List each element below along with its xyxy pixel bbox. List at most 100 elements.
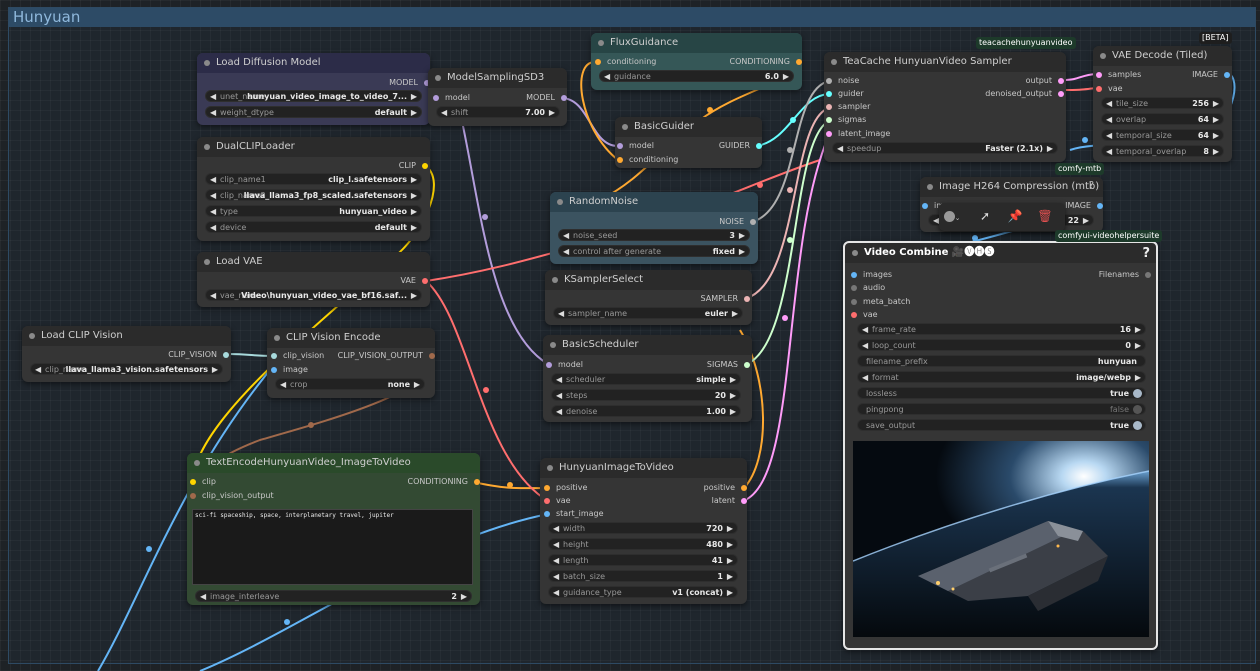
output-guider[interactable]: GUIDER <box>719 140 762 152</box>
help-icon[interactable]: ? <box>1089 180 1094 191</box>
node-load-clip-vision[interactable]: Load CLIP Vision CLIP_VISION ◀ clip_name l… <box>22 326 231 382</box>
widget-shift[interactable]: ◀ shift 7.00 ▶ <box>436 106 560 118</box>
widget-scheduler[interactable]: ◀ scheduler simple ▶ <box>551 373 741 385</box>
input-clip[interactable]: clip <box>190 476 216 488</box>
output-clip-vision-output[interactable]: CLIP_VISION_OUTPUT <box>338 350 435 362</box>
input-samples[interactable]: samples <box>1096 69 1141 81</box>
toggle-lossless[interactable]: lossless true <box>857 387 1146 399</box>
input-model[interactable]: model <box>433 92 470 104</box>
color-circle-icon[interactable]: ⌄ <box>943 207 961 225</box>
output-positive[interactable]: positive <box>704 482 747 494</box>
output-vae[interactable]: VAE <box>401 275 428 287</box>
widget-frame-rate[interactable]: ◀ frame_rate 16 ▶ <box>857 323 1146 335</box>
output-clip[interactable]: CLIP <box>399 160 428 172</box>
node-clip-vision-encode[interactable]: CLIP Vision Encode clip_vision image CLI… <box>267 328 435 398</box>
node-title[interactable]: FluxGuidance <box>591 33 802 53</box>
widget-length[interactable]: ◀ length 41 ▶ <box>548 554 738 566</box>
node-title[interactable]: BasicGuider <box>615 117 762 137</box>
graph-canvas[interactable]: Hunyuan Load Diffusion Model MODEL ◀ une… <box>0 0 1260 671</box>
widget-height[interactable]: ◀ height 480 ▶ <box>548 538 738 550</box>
widget-overlap[interactable]: ◀ overlap 64 ▶ <box>1101 113 1224 125</box>
widget-clip-name2[interactable]: ◀ clip_name2 llava_llama3_fp8_scaled.safet… <box>205 189 422 201</box>
input-positive[interactable]: positive <box>544 482 587 494</box>
output-model[interactable]: MODEL <box>389 77 430 89</box>
node-flux-guidance[interactable]: FluxGuidance conditioning CONDITIONING ◀… <box>591 33 802 90</box>
node-title[interactable]: DualCLIPLoader <box>197 137 430 157</box>
widget-batch-size[interactable]: ◀ batch_size 1 ▶ <box>548 570 738 582</box>
node-title[interactable]: CLIP Vision Encode <box>267 328 435 348</box>
node-random-noise[interactable]: RandomNoise NOISE ◀ noise_seed 3 ▶ ◀ control… <box>550 192 758 264</box>
prompt-textarea[interactable]: sci-fi spaceship, space, interplanetary … <box>192 509 473 585</box>
toggle-pingpong[interactable]: pingpong false <box>857 403 1146 415</box>
input-clip-vision[interactable]: clip_vision <box>271 350 324 362</box>
input-audio[interactable]: audio <box>851 282 885 294</box>
node-model-sampling-sd3[interactable]: ModelSamplingSD3 model MODEL ◀ shift 7.00 ▶ <box>428 68 567 126</box>
help-icon[interactable]: ? <box>1142 246 1150 261</box>
node-vae-decode[interactable]: VAE Decode (Tiled) samples vae IMAGE ◀ ti… <box>1093 46 1232 162</box>
output-conditioning[interactable]: CONDITIONING <box>408 476 480 488</box>
output-image[interactable]: IMAGE <box>1065 200 1103 212</box>
node-load-vae[interactable]: Load VAE VAE ◀ vae_name Video\hunyuan_vide… <box>197 252 430 307</box>
input-conditioning[interactable]: conditioning <box>617 154 678 166</box>
widget-temporal-overlap[interactable]: ◀ temporal_overlap 8 ▶ <box>1101 145 1224 157</box>
output-conditioning[interactable]: CONDITIONING <box>730 56 802 68</box>
widget-crop[interactable]: ◀ crop none ▶ <box>275 378 425 390</box>
node-title[interactable]: KSamplerSelect <box>545 270 752 290</box>
output-output[interactable]: output <box>1026 75 1064 87</box>
widget-temporal-size[interactable]: ◀ temporal_size 64 ▶ <box>1101 129 1224 141</box>
node-title[interactable]: VAE Decode (Tiled) <box>1093 46 1232 66</box>
input-image[interactable]: image <box>271 364 308 376</box>
node-title[interactable]: Video Combine 🎥🅥🅗🅢 <box>845 243 1156 263</box>
output-clip-vision[interactable]: CLIP_VISION <box>168 349 229 361</box>
bypass-icon[interactable]: ➚ <box>976 207 994 225</box>
pin-icon[interactable]: 📌 <box>1006 207 1024 225</box>
widget-width[interactable]: ◀ width 720 ▶ <box>548 522 738 534</box>
node-dual-clip-loader[interactable]: DualCLIPLoader CLIP ◀ clip_name1 clip_l.sa… <box>197 137 430 241</box>
widget-denoise[interactable]: ◀ denoise 1.00 ▶ <box>551 405 741 417</box>
output-sampler[interactable]: SAMPLER <box>701 293 750 305</box>
output-filenames[interactable]: Filenames <box>1099 269 1151 281</box>
input-guider[interactable]: guider <box>826 88 864 100</box>
input-conditioning[interactable]: conditioning <box>595 56 656 68</box>
widget-unet-name[interactable]: ◀ unet_name hunyuan_video_image_to_video_7… <box>205 90 422 102</box>
node-title[interactable]: BasicScheduler <box>543 335 752 355</box>
input-clip-vision-output[interactable]: clip_vision_output <box>190 490 274 502</box>
output-model[interactable]: MODEL <box>526 92 567 104</box>
node-teacache-sampler[interactable]: TeaCache HunyuanVideo Sampler noise guid… <box>824 52 1066 162</box>
input-meta-batch[interactable]: meta_batch <box>851 296 910 308</box>
node-title[interactable]: Load VAE <box>197 252 430 272</box>
node-title[interactable]: TeaCache HunyuanVideo Sampler <box>824 52 1066 72</box>
input-sigmas[interactable]: sigmas <box>826 114 866 126</box>
widget-format[interactable]: ◀ format image/webp ▶ <box>857 371 1146 383</box>
widget-clip-name[interactable]: ◀ clip_name llava_llama3_vision.safetensor… <box>30 363 223 375</box>
node-basic-scheduler[interactable]: BasicScheduler model SIGMAS ◀ scheduler si… <box>543 335 752 422</box>
widget-noise-seed[interactable]: ◀ noise_seed 3 ▶ <box>558 229 750 241</box>
output-sigmas[interactable]: SIGMAS <box>707 359 750 371</box>
widget-steps[interactable]: ◀ steps 20 ▶ <box>551 389 741 401</box>
node-title[interactable]: Load CLIP Vision <box>22 326 231 346</box>
input-model[interactable]: model <box>617 140 654 152</box>
node-ksampler-select[interactable]: KSamplerSelect SAMPLER ◀ sampler_name eule… <box>545 270 752 325</box>
widget-clip-name1[interactable]: ◀ clip_name1 clip_l.safetensors ▶ <box>205 173 422 185</box>
input-vae[interactable]: vae <box>544 495 571 507</box>
widget-loop-count[interactable]: ◀ loop_count 0 ▶ <box>857 339 1146 351</box>
node-title[interactable]: HunyuanImageToVideo <box>540 458 747 478</box>
input-sampler[interactable]: sampler <box>826 101 870 113</box>
input-model[interactable]: model <box>546 359 583 371</box>
widget-tile-size[interactable]: ◀ tile_size 256 ▶ <box>1101 97 1224 109</box>
node-toolbar[interactable]: ⌄ ➚ 📌 🗑 <box>939 203 1065 231</box>
output-denoised-output[interactable]: denoised_output <box>985 88 1064 100</box>
output-image[interactable]: IMAGE <box>1192 69 1230 81</box>
node-title[interactable]: Image H264 Compression (mtb) <box>920 177 1103 197</box>
node-title[interactable]: TextEncodeHunyuanVideo_ImageToVideo <box>187 453 480 473</box>
trash-icon[interactable]: 🗑 <box>1036 207 1054 225</box>
widget-vae-name[interactable]: ◀ vae_name Video\hunyuan_video_vae_bf16.sa… <box>205 289 422 301</box>
output-latent[interactable]: latent <box>712 495 747 507</box>
widget-guidance[interactable]: ◀ guidance 6.0 ▶ <box>599 70 794 82</box>
widget-weight-dtype[interactable]: ◀ weight_dtype default ▶ <box>205 106 422 118</box>
output-noise[interactable]: NOISE <box>719 216 756 228</box>
input-latent-image[interactable]: latent_image <box>826 128 890 140</box>
input-images[interactable]: images <box>851 269 892 281</box>
node-load-diffusion-model[interactable]: Load Diffusion Model MODEL ◀ unet_name hun… <box>197 53 430 125</box>
node-title[interactable]: ModelSamplingSD3 <box>428 68 567 88</box>
